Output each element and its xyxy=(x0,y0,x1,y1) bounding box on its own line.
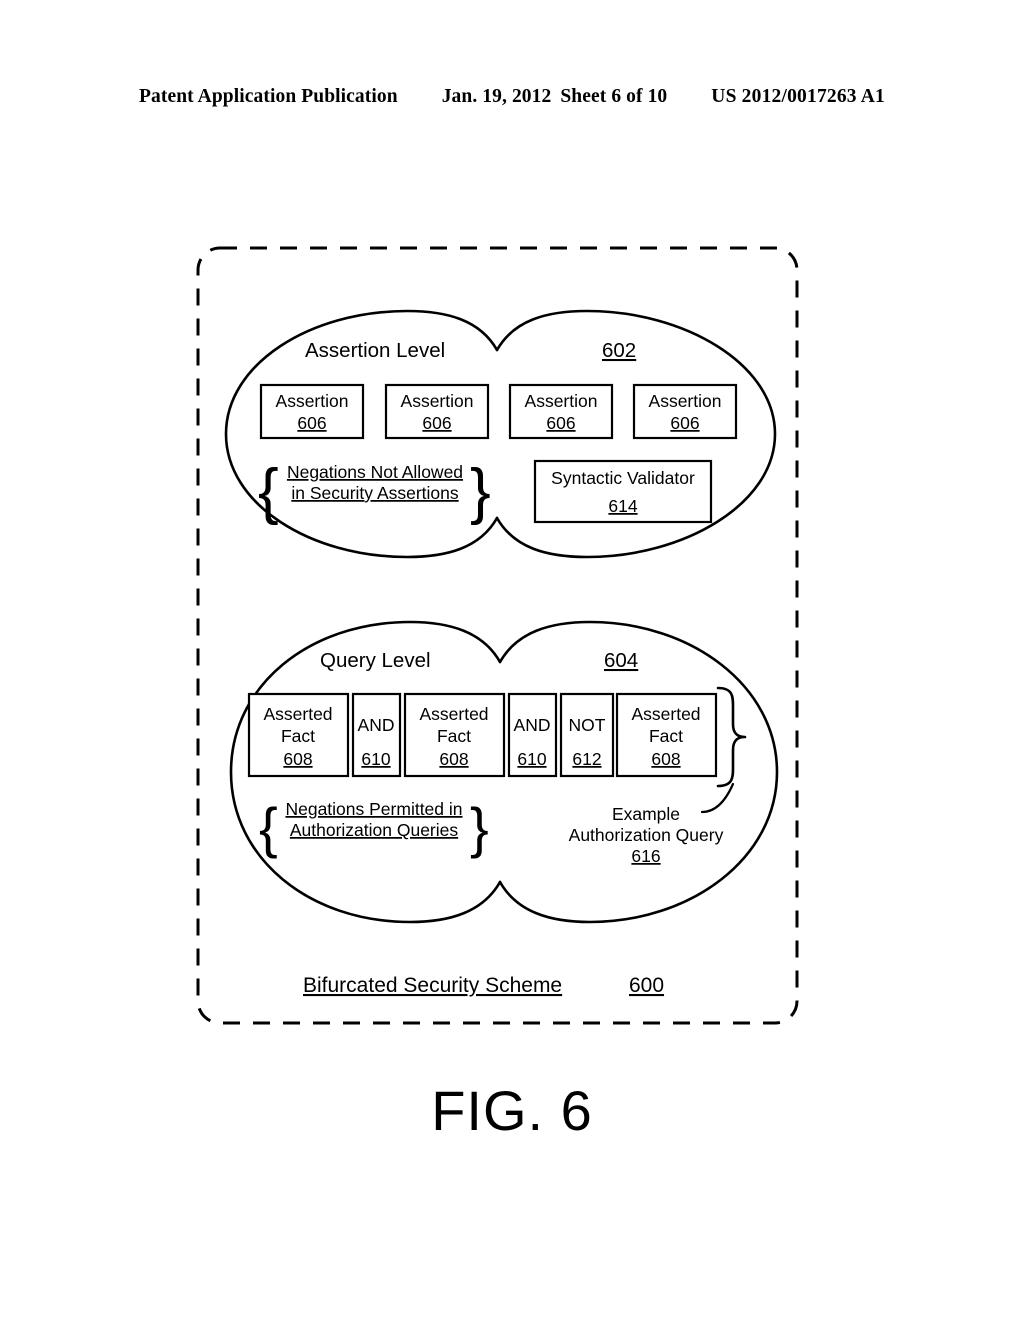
patent-figure-page: Patent Application Publication Jan. 19, … xyxy=(0,0,1024,1320)
query-term-6: Asserted Fact 608 xyxy=(615,692,718,778)
query-level-label: Query Level xyxy=(320,649,431,672)
figure-caption: FIG. 6 xyxy=(431,1079,593,1142)
assertion-box-4-ref: 606 xyxy=(670,413,699,433)
query-term-4-ref: 610 xyxy=(517,749,546,769)
query-negations-note: { Negations Permitted in Authorization Q… xyxy=(259,796,489,859)
query-term-5: NOT 612 xyxy=(559,692,615,778)
query-term-1-ref: 608 xyxy=(283,749,312,769)
query-term-1: Asserted Fact 608 xyxy=(247,692,350,778)
syntactic-validator-box: Syntactic Validator 614 xyxy=(533,459,713,524)
query-note-line-2: Authorization Queries xyxy=(290,820,459,840)
query-note-line-1: Negations Permitted in xyxy=(285,799,462,819)
assertion-box-1: Assertion 606 xyxy=(259,383,365,440)
syntactic-validator-label: Syntactic Validator xyxy=(551,468,695,488)
query-term-3-line2: Fact xyxy=(437,726,471,746)
query-term-5-line1: NOT xyxy=(569,715,606,735)
query-term-6-line2: Fact xyxy=(649,726,683,746)
query-term-2-ref: 610 xyxy=(361,749,390,769)
assertion-box-3: Assertion 606 xyxy=(508,383,614,440)
query-term-3-line1: Asserted xyxy=(419,704,488,724)
assertion-level-label: Assertion Level xyxy=(305,339,445,362)
assertion-box-4-label: Assertion xyxy=(649,391,722,411)
query-term-3-ref: 608 xyxy=(439,749,468,769)
example-query-brace xyxy=(716,686,747,788)
query-brace-close-icon: } xyxy=(470,796,489,859)
query-brace-open-icon: { xyxy=(259,796,278,859)
query-term-4-line1: AND xyxy=(514,715,551,735)
assertion-box-4: Assertion 606 xyxy=(632,383,738,440)
assertion-note-line-2: in Security Assertions xyxy=(291,483,459,503)
assertion-box-2-ref: 606 xyxy=(422,413,451,433)
query-term-6-ref: 608 xyxy=(651,749,680,769)
bifurcated-scheme-frame xyxy=(196,246,799,1025)
query-term-1-line1: Asserted xyxy=(263,704,332,724)
example-authorization-query-caption: Example Authorization Query 616 xyxy=(569,804,724,866)
assertion-box-1-label: Assertion xyxy=(276,391,349,411)
query-term-6-line1: Asserted xyxy=(631,704,700,724)
scheme-title: Bifurcated Security Scheme xyxy=(303,974,562,997)
scheme-ref: 600 xyxy=(629,974,664,997)
example-caption-line-1: Example xyxy=(612,804,680,824)
assertion-box-3-label: Assertion xyxy=(525,391,598,411)
syntactic-validator-ref: 614 xyxy=(608,496,637,516)
assertion-negations-note: { Negations Not Allowed in Security Asse… xyxy=(258,457,491,526)
assertion-box-2: Assertion 606 xyxy=(384,383,490,440)
assertion-note-line-1: Negations Not Allowed xyxy=(287,462,463,482)
query-term-5-ref: 612 xyxy=(572,749,601,769)
query-term-4: AND 610 xyxy=(507,692,558,778)
query-term-2: AND 610 xyxy=(351,692,402,778)
brace-close-icon: } xyxy=(470,457,491,526)
query-term-2-line1: AND xyxy=(358,715,395,735)
query-term-1-line2: Fact xyxy=(281,726,315,746)
brace-open-icon: { xyxy=(258,457,279,526)
example-caption-ref: 616 xyxy=(631,846,660,866)
example-query-leader-line xyxy=(700,782,735,814)
assertion-level-ref: 602 xyxy=(602,339,636,362)
assertion-box-2-label: Assertion xyxy=(401,391,474,411)
assertion-box-3-ref: 606 xyxy=(546,413,575,433)
example-caption-line-2: Authorization Query xyxy=(569,825,724,845)
query-level-ref: 604 xyxy=(604,649,638,672)
assertion-box-1-ref: 606 xyxy=(297,413,326,433)
query-term-3: Asserted Fact 608 xyxy=(403,692,506,778)
